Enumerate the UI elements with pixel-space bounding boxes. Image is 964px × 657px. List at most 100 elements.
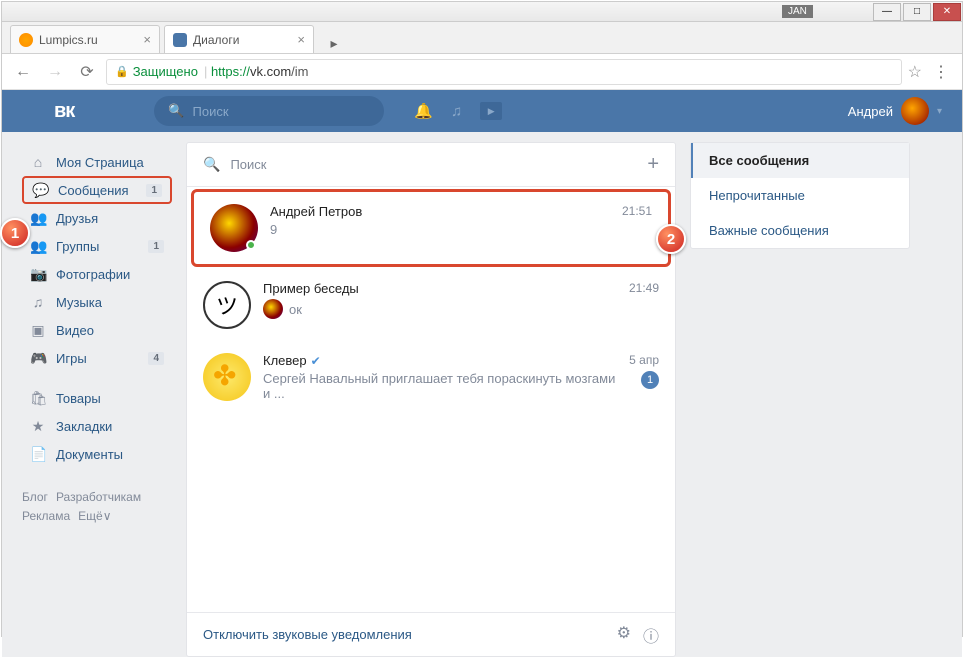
sidebar-item-label: Группы <box>56 239 99 254</box>
conversations-panel: 🔍 Поиск + Андрей Петров 9 21:51 2 ツ Прим… <box>186 142 676 657</box>
browser-tab[interactable]: Диалоги × <box>164 25 314 53</box>
footer-links: Блог Разработчикам Реклама Ещё∨ <box>22 488 172 526</box>
avatar <box>210 204 258 252</box>
conversation-row[interactable]: Клевер✔ Сергей Навальный приглашает тебя… <box>187 341 675 413</box>
url-host: vk.com <box>250 64 291 79</box>
conversation-row[interactable]: Андрей Петров 9 21:51 2 <box>191 189 671 267</box>
favicon-icon <box>173 33 187 47</box>
tab-close-icon[interactable]: × <box>297 32 305 47</box>
conversation-snippet: 9 <box>270 222 610 237</box>
lock-icon: 🔒 <box>115 65 129 78</box>
user-menu[interactable]: Андрей ▾ <box>848 97 942 125</box>
footer-link[interactable]: Реклама <box>22 509 70 523</box>
bell-icon[interactable]: 🔔 <box>414 102 433 120</box>
vk-header: вк 🔍 Поиск 🔔 ♫ ▶ Андрей ▾ <box>2 90 962 132</box>
footer-link[interactable]: Блог <box>22 490 48 504</box>
search-placeholder: Поиск <box>230 157 266 172</box>
info-icon[interactable]: ⓘ <box>643 623 659 647</box>
play-icon[interactable]: ▶ <box>480 102 502 120</box>
star-icon: ★ <box>30 418 46 435</box>
users-icon: 👥 <box>30 210 46 227</box>
sidebar-item-music[interactable]: ♫ Музыка <box>22 288 172 316</box>
browser-menu-icon[interactable]: ⋮ <box>928 62 954 82</box>
sidebar-item-video[interactable]: ▣Видео <box>22 316 172 344</box>
vk-logo[interactable]: вк <box>54 100 74 123</box>
conversation-row[interactable]: ツ Пример беседы ок 21:49 <box>187 269 675 341</box>
sidebar-item-label: Товары <box>56 391 101 406</box>
search-placeholder: Поиск <box>193 104 229 119</box>
back-button[interactable]: ← <box>10 59 36 85</box>
avatar: ツ <box>203 281 251 329</box>
sidebar-item-groups[interactable]: 👥Группы1 <box>22 232 172 260</box>
filter-all[interactable]: Все сообщения <box>691 143 909 178</box>
new-tab-button[interactable]: ▸ <box>322 33 346 53</box>
gear-icon[interactable]: ⚙ <box>617 623 631 647</box>
sidebar-item-label: Игры <box>56 351 87 366</box>
search-icon: 🔍 <box>203 156 220 173</box>
url-protocol: https:// <box>211 64 250 79</box>
video-icon: ▣ <box>30 322 46 339</box>
sidebar-item-friends[interactable]: 👥 Друзья <box>22 204 172 232</box>
window-minimize-button[interactable]: — <box>873 3 901 21</box>
sidebar-item-market[interactable]: 🛍 Товары <box>22 384 172 412</box>
window-maximize-button[interactable]: □ <box>903 3 931 21</box>
filter-important[interactable]: Важные сообщения <box>691 213 909 248</box>
sidebar-item-label: Музыка <box>56 295 102 310</box>
address-bar[interactable]: 🔒 Защищено | https://vk.com/im <box>106 59 902 85</box>
conversations-search[interactable]: 🔍 Поиск + <box>187 143 675 187</box>
tab-close-icon[interactable]: × <box>143 32 151 47</box>
music-icon[interactable]: ♫ <box>451 103 462 120</box>
sidebar-item-documents[interactable]: 📄Документы <box>22 440 172 468</box>
window-close-button[interactable]: ✕ <box>933 3 961 21</box>
username: Андрей <box>848 104 893 119</box>
filters-panel: Все сообщения Непрочитанные Важные сообщ… <box>690 142 910 657</box>
badge: 4 <box>148 352 164 365</box>
url-path: /im <box>291 64 308 79</box>
sidebar-item-label: Сообщения <box>58 183 129 198</box>
sidebar-item-label: Фотографии <box>56 267 130 282</box>
new-conversation-button[interactable]: + <box>647 153 659 176</box>
browser-toolbar: ← → ⟳ 🔒 Защищено | https://vk.com/im ☆ ⋮ <box>2 54 962 90</box>
window-titlebar: JAN — □ ✕ <box>2 2 962 22</box>
sidebar-item-bookmarks[interactable]: ★Закладки <box>22 412 172 440</box>
favicon-icon <box>19 33 33 47</box>
vk-search-input[interactable]: 🔍 Поиск <box>154 96 384 126</box>
online-indicator <box>246 240 256 250</box>
bag-icon: 🛍 <box>30 390 46 407</box>
conversation-name: Пример беседы <box>263 281 617 296</box>
filter-unread[interactable]: Непрочитанные <box>691 178 909 213</box>
doc-icon: 📄 <box>30 446 46 463</box>
sidebar-item-games[interactable]: 🎮 Игры 4 <box>22 344 172 372</box>
mini-avatar <box>263 299 283 319</box>
sidebar-item-label: Моя Страница <box>56 155 144 170</box>
sidebar: ⌂Моя Страница 💬Сообщения1 👥Друзья 👥Групп… <box>22 142 172 657</box>
browser-tab[interactable]: Lumpics.ru × <box>10 25 160 53</box>
bookmark-star-icon[interactable]: ☆ <box>908 62 922 82</box>
conversations-footer: Отключить звуковые уведомления ⚙ ⓘ <box>187 612 675 656</box>
conversation-snippet: ок <box>289 302 302 317</box>
sound-toggle-link[interactable]: Отключить звуковые уведомления <box>203 627 412 642</box>
conversation-time: 5 апр <box>629 353 659 367</box>
game-icon: 🎮 <box>30 350 46 367</box>
music-icon: ♫ <box>30 294 46 310</box>
annotation-marker-2: 2 <box>656 224 686 254</box>
forward-button[interactable]: → <box>42 59 68 85</box>
sidebar-item-messages[interactable]: 💬Сообщения1 <box>22 176 172 204</box>
verified-icon: ✔ <box>311 354 321 368</box>
sidebar-item-my-page[interactable]: ⌂Моя Страница <box>22 148 172 176</box>
chevron-down-icon: ▾ <box>937 106 942 117</box>
footer-link[interactable]: Разработчикам <box>56 490 141 504</box>
sidebar-item-photos[interactable]: 📷Фотографии <box>22 260 172 288</box>
unread-badge: 1 <box>641 371 659 389</box>
secure-label: Защищено <box>133 64 198 79</box>
footer-link[interactable]: Ещё∨ <box>78 509 111 523</box>
avatar <box>901 97 929 125</box>
jan-badge: JAN <box>782 5 813 18</box>
search-icon: 🔍 <box>168 103 184 119</box>
conversation-snippet: Сергей Навальный приглашает тебя пораски… <box>263 371 617 401</box>
conversation-time: 21:49 <box>629 281 659 295</box>
reload-button[interactable]: ⟳ <box>74 59 100 85</box>
browser-tabstrip: Lumpics.ru × Диалоги × ▸ <box>2 22 962 54</box>
badge: 1 <box>146 184 162 197</box>
sidebar-item-label: Друзья <box>56 211 98 226</box>
